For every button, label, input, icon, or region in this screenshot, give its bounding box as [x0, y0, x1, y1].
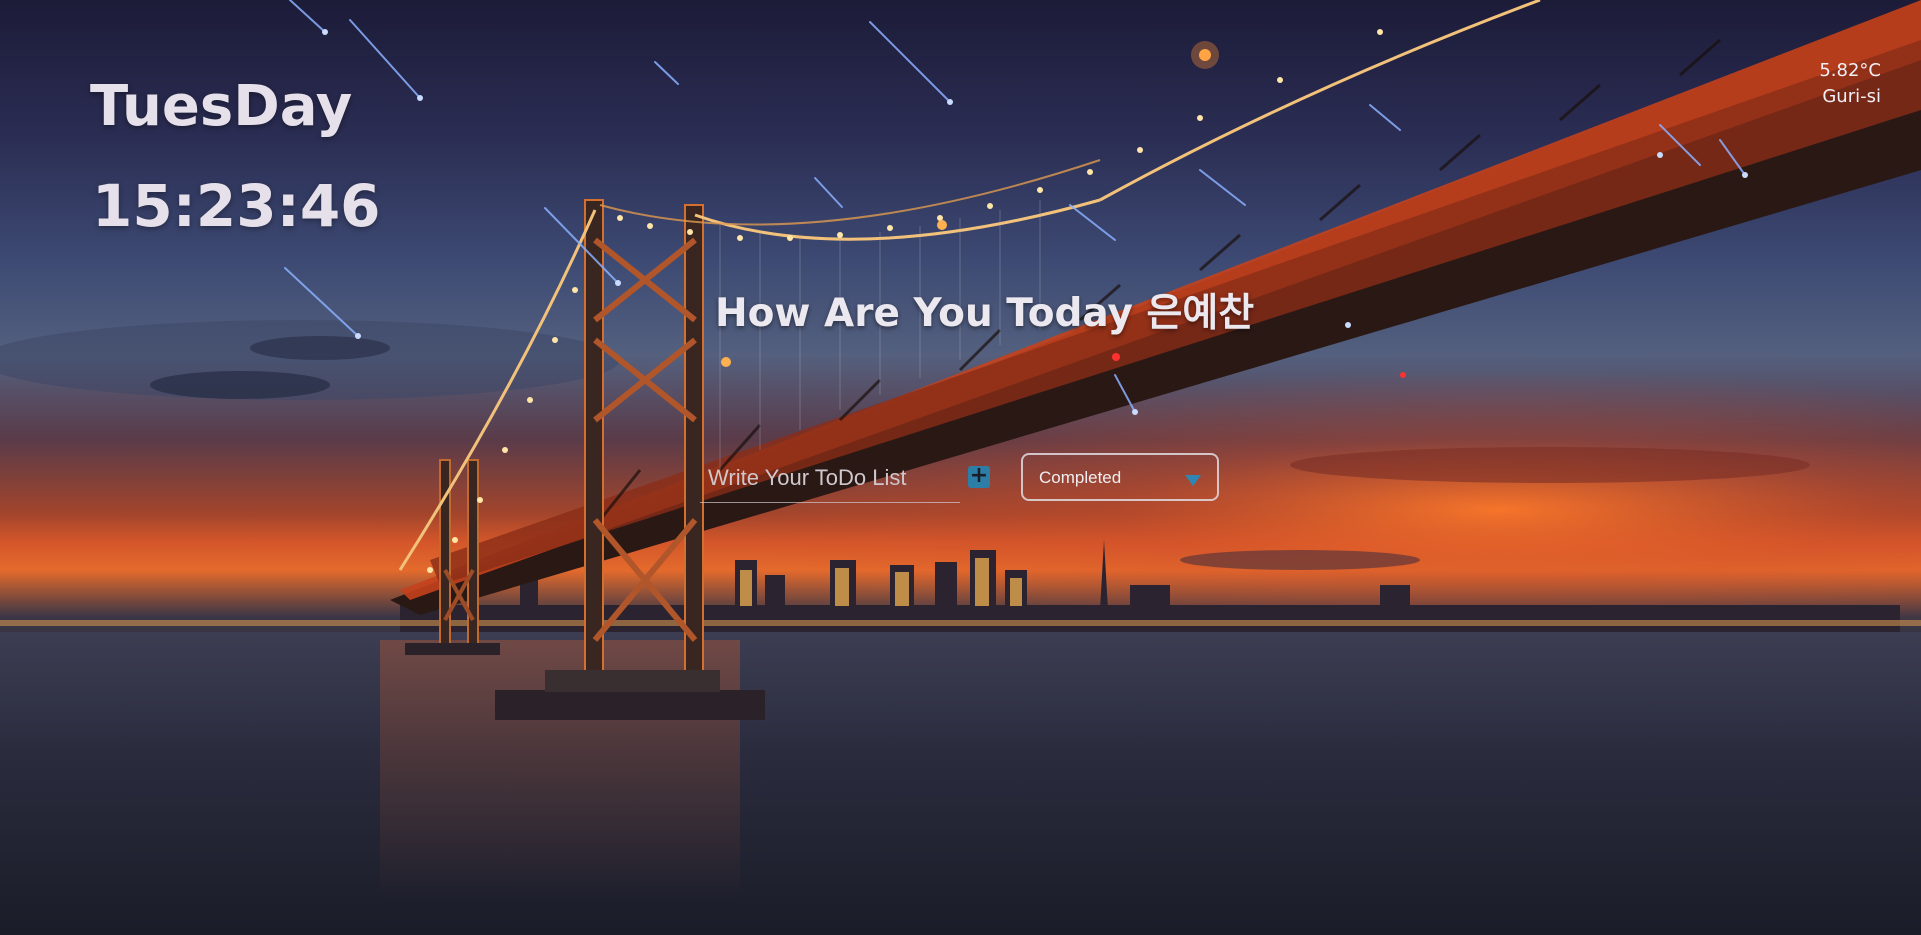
greeting-title: How Are You Today 은예찬	[715, 291, 1255, 336]
temperature: 5.82°C	[1819, 60, 1881, 81]
weather-widget: 5.82°C Guri-si	[1819, 58, 1881, 110]
day-of-week: TuesDay	[90, 74, 353, 139]
caret-down-icon	[1185, 475, 1201, 486]
filter-selected-value: Completed	[1039, 468, 1122, 487]
background-image	[0, 0, 1921, 935]
add-todo-button[interactable]: +	[968, 463, 990, 488]
clock-time: 15:23:46	[92, 172, 381, 240]
todo-input[interactable]	[700, 458, 958, 498]
location: Guri-si	[1822, 86, 1881, 107]
background-scene: TuesDay 15:23:46 5.82°C Guri-si How Are …	[0, 0, 1921, 935]
todo-form: +	[700, 458, 990, 503]
plus-icon: +	[969, 463, 989, 488]
todo-filter-select[interactable]: Completed	[1021, 453, 1219, 501]
